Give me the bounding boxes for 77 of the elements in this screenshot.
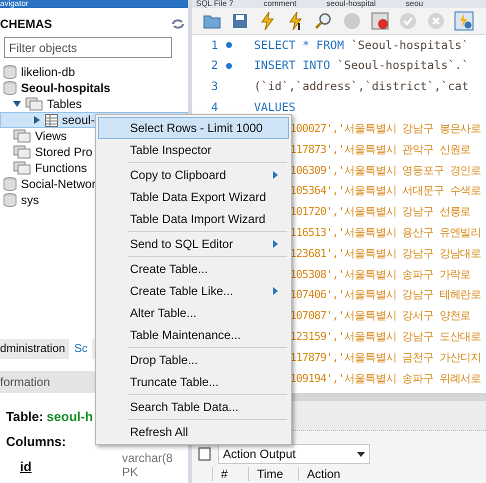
table-icon bbox=[45, 114, 58, 126]
output-selector[interactable]: Action Output bbox=[218, 444, 370, 464]
panel-tab[interactable]: dministration bbox=[0, 339, 70, 359]
folder-icon bbox=[13, 161, 31, 175]
code-line: 105308','서울특별시 송파구 가락로 bbox=[290, 268, 471, 280]
editor-tab[interactable]: seoul-hospital bbox=[326, 0, 376, 8]
column-header: # bbox=[212, 467, 248, 481]
folder-icon bbox=[13, 129, 31, 143]
line-number: 4 bbox=[210, 102, 218, 114]
menu-item[interactable]: Refresh All bbox=[98, 421, 289, 443]
folder-icon bbox=[13, 145, 31, 159]
submenu-arrow-icon bbox=[273, 287, 278, 295]
panel-toggle-icon[interactable] bbox=[198, 447, 212, 461]
database-icon bbox=[3, 65, 17, 79]
code-line: 107087','서울특별시 강서구 양천로 bbox=[290, 310, 471, 322]
menu-item[interactable]: Alter Table... bbox=[98, 302, 289, 324]
check-icon[interactable] bbox=[398, 11, 418, 31]
code-line: 106309','서울특별시 영등포구 경인로 bbox=[290, 164, 482, 176]
code-line: 105364','서울특별시 서대문구 수색로 bbox=[290, 185, 482, 196]
menu-item[interactable]: Copy to Clipboard bbox=[98, 164, 289, 186]
menu-item[interactable]: Table Inspector bbox=[98, 139, 289, 161]
line-number: 3 bbox=[210, 81, 218, 93]
code-line: (`id`,`address`,`district`,`cat bbox=[254, 81, 469, 93]
folder-icon bbox=[25, 97, 43, 111]
code-line: 101720','서울특별시 강남구 선릉로 bbox=[290, 206, 471, 218]
save-icon[interactable] bbox=[230, 11, 250, 31]
table-label: Table: bbox=[6, 409, 44, 424]
expanded-arrow-icon[interactable] bbox=[13, 100, 21, 108]
code-line: 123681','서울특별시 강남구 강남대로 bbox=[290, 248, 482, 259]
menu-item[interactable]: Drop Table... bbox=[98, 349, 289, 371]
auto-commit-icon[interactable] bbox=[454, 11, 474, 31]
column-type: varchar(8 bbox=[122, 451, 173, 465]
tree-item[interactable]: Tables bbox=[0, 96, 188, 112]
code-line: 107406','서울특별시 강남구 테헤란로 bbox=[290, 289, 482, 300]
code-line: VALUES bbox=[254, 102, 296, 114]
database-icon bbox=[3, 81, 17, 95]
menu-item[interactable]: Table Data Import Wizard bbox=[98, 208, 289, 230]
filter-field[interactable]: Filter objects bbox=[4, 37, 172, 58]
panel-tab[interactable]: Sc bbox=[69, 339, 92, 359]
menu-item[interactable]: Search Table Data... bbox=[98, 396, 289, 418]
key-label: PK bbox=[122, 465, 138, 479]
database-icon bbox=[3, 193, 17, 207]
menu-item[interactable]: Select Rows - Limit 1000 bbox=[98, 117, 289, 139]
code-line: 123159','서울특별시 강남구 도산대로 bbox=[290, 331, 482, 342]
line-number: 2 bbox=[210, 60, 218, 72]
line-number: 1 bbox=[210, 40, 218, 52]
section-title: CHEMAS bbox=[0, 17, 52, 31]
column-header: Time bbox=[248, 467, 298, 481]
column-header: Action bbox=[298, 467, 378, 481]
code-line: 117879','서울특별시 금천구 가산디지 bbox=[290, 352, 482, 363]
submenu-arrow-icon bbox=[273, 240, 278, 248]
menu-item[interactable]: Create Table... bbox=[98, 258, 289, 280]
code-line: 117873','서울특별시 관악구 신원로 bbox=[290, 144, 471, 155]
dropdown-caret-icon bbox=[357, 452, 365, 456]
tree-item[interactable]: likelion-db bbox=[0, 64, 188, 80]
table-name: seoul-h bbox=[46, 409, 93, 424]
menu-item[interactable]: Table Maintenance... bbox=[98, 324, 289, 346]
collapsed-arrow-icon[interactable] bbox=[33, 116, 41, 124]
database-icon bbox=[3, 177, 17, 191]
code-line: 116513','서울특별시 용산구 유엔빌리 bbox=[290, 227, 482, 238]
code-line: SELECT * FROM `Seoul-hospitals` bbox=[254, 40, 469, 52]
code-line: 109194','서울특별시 송파구 위례서로 bbox=[290, 372, 482, 384]
editor-tab[interactable]: SQL File 7 bbox=[196, 0, 234, 8]
column-name: id bbox=[20, 459, 32, 476]
submenu-arrow-icon bbox=[273, 171, 278, 179]
editor-tab[interactable]: comment bbox=[264, 0, 296, 8]
code-line: INSERT INTO `Seoul-hospitals`.` bbox=[254, 60, 469, 72]
error-stop-icon[interactable] bbox=[370, 11, 390, 31]
tree-item[interactable]: Seoul-hospitals bbox=[0, 80, 188, 96]
menu-item[interactable]: Create Table Like... bbox=[98, 280, 289, 302]
columns-label: Columns: bbox=[6, 434, 66, 449]
menu-item[interactable]: Table Data Export Wizard bbox=[98, 186, 289, 208]
menu-item[interactable]: Send to SQL Editor bbox=[98, 233, 289, 255]
code-line: 100027','서울특별시 강남구 봉은사로 bbox=[290, 123, 482, 134]
editor-tab[interactable]: seou bbox=[406, 0, 424, 8]
refresh-icon[interactable] bbox=[172, 19, 184, 29]
navigator-title: avigator bbox=[0, 0, 188, 8]
